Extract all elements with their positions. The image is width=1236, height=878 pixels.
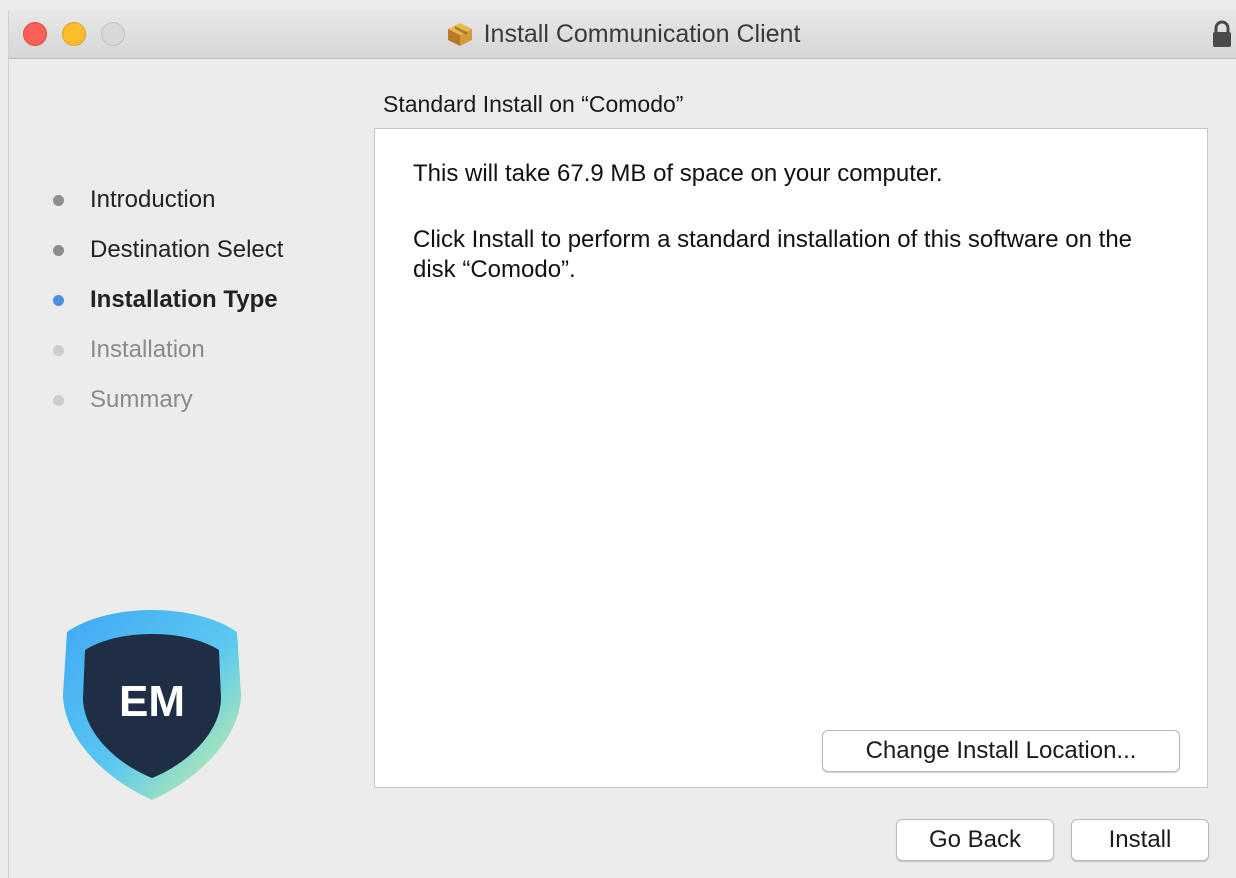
step-summary: Summary — [47, 375, 283, 425]
content-panel: This will take 67.9 MB of space on your … — [374, 128, 1208, 788]
step-label: Introduction — [90, 186, 216, 213]
step-installation: Installation — [47, 325, 283, 375]
install-button[interactable]: Install — [1071, 819, 1209, 861]
package-icon — [447, 23, 472, 46]
title-wrap: Install Communication Client — [9, 10, 1236, 58]
step-label: Installation Type — [90, 286, 278, 313]
step-dot-icon — [53, 244, 64, 256]
change-install-location-button[interactable]: Change Install Location... — [822, 730, 1180, 772]
step-introduction: Introduction — [47, 175, 283, 225]
em-shield-logo: EM — [63, 610, 241, 800]
step-label: Destination Select — [90, 236, 284, 263]
title-bar[interactable]: Install Communication Client — [9, 10, 1236, 59]
go-back-button[interactable]: Go Back — [896, 819, 1054, 861]
installer-window: Install Communication Client Standard In… — [8, 10, 1236, 878]
step-destination-select: Destination Select — [47, 225, 283, 275]
space-message: This will take 67.9 MB of space on your … — [413, 160, 943, 187]
step-label: Installation — [90, 336, 205, 363]
step-dot-icon — [53, 344, 64, 356]
step-label: Summary — [90, 386, 193, 413]
step-installation-type: Installation Type — [47, 275, 283, 325]
step-dot-icon — [53, 194, 64, 206]
step-dot-icon — [53, 394, 64, 406]
logo-text: EM — [119, 677, 185, 726]
window-title: Install Communication Client — [483, 19, 801, 48]
lock-icon[interactable] — [1211, 19, 1233, 49]
install-message: Click Install to perform a standard inst… — [413, 226, 1133, 283]
step-list: Introduction Destination Select Installa… — [47, 175, 283, 425]
install-subtitle: Standard Install on “Comodo” — [383, 91, 684, 117]
step-dot-icon — [53, 294, 64, 306]
